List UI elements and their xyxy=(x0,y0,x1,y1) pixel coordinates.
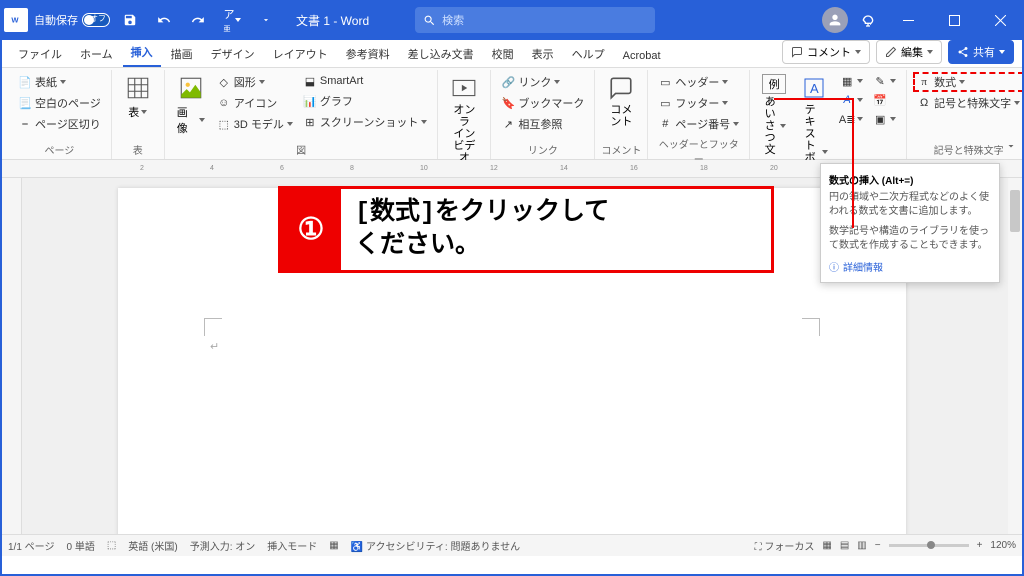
user-avatar[interactable] xyxy=(822,7,848,33)
autosave-toggle[interactable]: 自動保存 xyxy=(34,12,110,28)
tooltip-more-info-link[interactable]: ⓘ詳細情報 xyxy=(829,259,991,274)
close-button[interactable] xyxy=(980,0,1020,40)
svg-text:10: 10 xyxy=(420,165,428,172)
status-mode[interactable]: 挿入モード xyxy=(267,538,317,553)
tab-layout[interactable]: レイアウト xyxy=(265,41,336,67)
smartart-button[interactable]: ⬓SmartArt xyxy=(299,72,431,90)
tab-file[interactable]: ファイル xyxy=(10,41,70,67)
zoom-out-button[interactable]: − xyxy=(875,540,881,551)
document-title: 文書 1 - Word xyxy=(296,12,369,29)
svg-text:14: 14 xyxy=(560,165,568,172)
undo-icon[interactable] xyxy=(150,6,178,34)
collapse-ribbon-icon[interactable] xyxy=(1004,139,1018,153)
quick-parts-button[interactable]: ▦ xyxy=(836,72,867,90)
tab-mailings[interactable]: 差し込み文書 xyxy=(400,41,482,67)
zoom-in-button[interactable]: + xyxy=(977,540,983,551)
vertical-ruler[interactable] xyxy=(0,178,22,534)
shapes-button[interactable]: ◇図形 xyxy=(213,72,297,92)
focus-mode-button[interactable]: ⛶ フォーカス xyxy=(755,538,815,553)
signature-button[interactable]: ✎ xyxy=(869,72,900,90)
view-print-icon[interactable]: ▤ xyxy=(840,540,849,551)
comments-button[interactable]: コメント xyxy=(782,40,870,64)
3d-models-button[interactable]: ⬚3D モデル xyxy=(213,114,297,134)
search-icon xyxy=(423,14,436,27)
maximize-button[interactable] xyxy=(934,0,974,40)
save-icon[interactable] xyxy=(116,6,144,34)
comment-button[interactable]: コメ ント xyxy=(601,72,641,130)
view-web-icon[interactable]: ▥ xyxy=(857,540,866,551)
status-macro-icon[interactable]: ▦ xyxy=(329,540,338,551)
online-video-button[interactable]: オンラ イン ビデオ xyxy=(444,72,484,166)
share-button[interactable]: 共有 xyxy=(948,40,1014,64)
help-icon[interactable] xyxy=(854,6,882,34)
svg-text:12: 12 xyxy=(490,165,498,172)
tab-design[interactable]: デザイン xyxy=(203,41,263,67)
svg-text:8: 8 xyxy=(350,165,354,172)
edit-button[interactable]: 編集 xyxy=(876,40,942,64)
footer-button[interactable]: ▭フッター xyxy=(654,93,743,113)
cross-reference-button[interactable]: ↗相互参照 xyxy=(497,114,588,134)
status-words[interactable]: 0 単語 xyxy=(66,538,94,553)
tab-references[interactable]: 参考資料 xyxy=(338,41,398,67)
tab-review[interactable]: 校閲 xyxy=(484,41,522,67)
status-page[interactable]: 1/1 ページ xyxy=(8,538,54,553)
svg-text:18: 18 xyxy=(700,165,708,172)
svg-text:6: 6 xyxy=(280,165,284,172)
datetime-button[interactable]: 📅 xyxy=(869,91,900,109)
svg-text:16: 16 xyxy=(630,165,638,172)
tab-help[interactable]: ヘルプ xyxy=(564,41,613,67)
svg-text:A: A xyxy=(810,81,819,96)
svg-text:4: 4 xyxy=(210,165,214,172)
tab-home[interactable]: ホーム xyxy=(72,41,121,67)
icons-button[interactable]: ☺アイコン xyxy=(213,93,297,113)
cursor-mark: ↵ xyxy=(210,340,219,353)
tab-insert[interactable]: 挿入 xyxy=(123,39,161,67)
chart-button[interactable]: 📊グラフ xyxy=(299,91,431,111)
zoom-slider[interactable] xyxy=(889,544,969,547)
symbol-button[interactable]: Ω記号と特殊文字 xyxy=(913,93,1024,113)
status-accessibility[interactable]: ♿ アクセシビリティ: 問題ありません xyxy=(351,538,520,553)
tab-draw[interactable]: 描画 xyxy=(163,41,201,67)
font-icon[interactable]: ア亜 xyxy=(218,6,246,34)
status-language[interactable]: 英語 (米国) xyxy=(128,538,177,553)
blank-page-button[interactable]: 📃空白のページ xyxy=(14,93,105,113)
search-input[interactable]: 検索 xyxy=(415,7,655,33)
ribbon-tabs: ファイル ホーム 挿入 描画 デザイン レイアウト 参考資料 差し込み文書 校閲… xyxy=(0,40,1024,68)
vertical-scrollbar[interactable] xyxy=(1008,178,1022,534)
tab-acrobat[interactable]: Acrobat xyxy=(615,45,669,67)
status-proofing-icon[interactable]: ⬚ xyxy=(107,540,116,551)
pictures-button[interactable]: 画像 xyxy=(171,72,211,138)
app-icon: W xyxy=(4,8,28,32)
object-button[interactable]: ▣ xyxy=(869,110,900,128)
page-break-button[interactable]: ⎯ページ区切り xyxy=(14,114,105,134)
annotation-callout: ① [数式]をクリックして ください。 xyxy=(278,186,774,273)
svg-text:W: W xyxy=(11,15,19,24)
status-predict[interactable]: 予測入力: オン xyxy=(190,538,256,553)
header-button[interactable]: ▭ヘッダー xyxy=(654,72,743,92)
page-number-button[interactable]: #ページ番号 xyxy=(654,114,743,134)
cover-page-button[interactable]: 📄表紙 xyxy=(14,72,105,92)
minimize-button[interactable] xyxy=(888,0,928,40)
view-read-icon[interactable]: ▦ xyxy=(822,540,831,551)
qat-more-icon[interactable] xyxy=(252,6,280,34)
annotation-line xyxy=(774,98,854,228)
screenshot-button[interactable]: ⊞スクリーンショット xyxy=(299,112,431,132)
svg-text:2: 2 xyxy=(140,165,144,172)
zoom-level[interactable]: 120% xyxy=(990,540,1016,551)
equation-button[interactable]: π数式 xyxy=(913,72,1024,92)
table-button[interactable]: 表 xyxy=(118,72,158,122)
bookmark-button[interactable]: 🔖ブックマーク xyxy=(497,93,588,113)
tab-view[interactable]: 表示 xyxy=(524,41,562,67)
redo-icon[interactable] xyxy=(184,6,212,34)
link-button[interactable]: 🔗リンク xyxy=(497,72,588,92)
